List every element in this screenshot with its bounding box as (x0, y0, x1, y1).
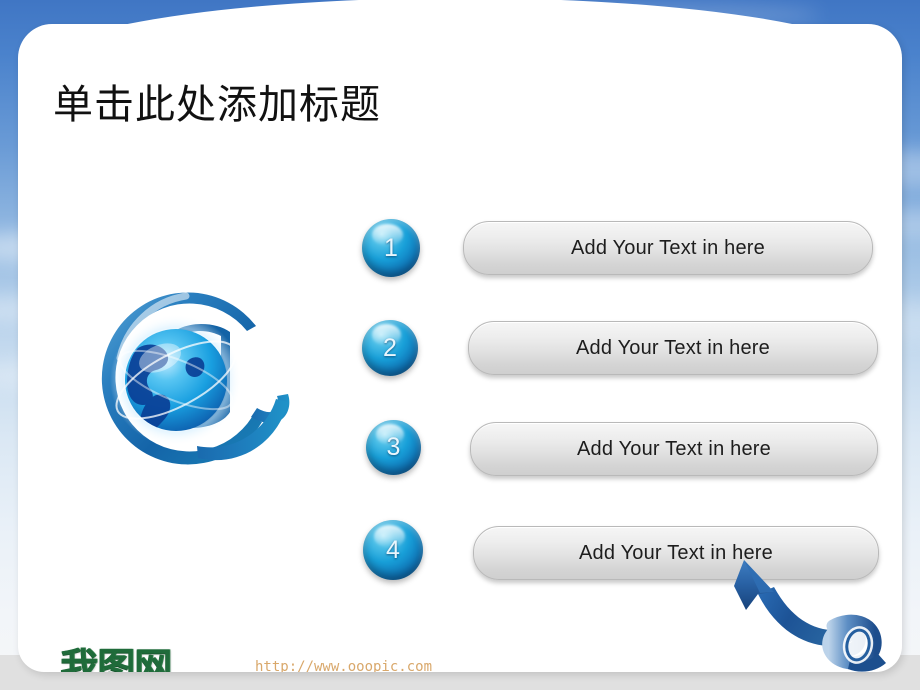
bullet-sphere-4[interactable]: 4 (363, 520, 423, 580)
text-placeholder-button-1[interactable]: Add Your Text in here (463, 221, 873, 275)
bullet-number: 1 (384, 233, 398, 262)
bullet-number: 2 (383, 333, 397, 362)
site-url-link[interactable]: http://www.ooopic.com (255, 659, 432, 672)
bullet-number: 3 (386, 433, 401, 461)
at-sign-globe-graphic (80, 262, 312, 480)
curved-ribbon-arrow-icon (700, 548, 910, 673)
bullet-sphere-2[interactable]: 2 (362, 320, 418, 376)
bullet-sphere-3[interactable]: 3 (366, 420, 421, 475)
bullet-number: 4 (386, 535, 400, 564)
text-placeholder-label: Add Your Text in here (576, 336, 770, 359)
text-placeholder-button-3[interactable]: Add Your Text in here (470, 422, 878, 476)
presentation-slide: 单击此处添加标题 1 Add Your Text in here 2 Add Y… (0, 0, 920, 690)
text-placeholder-button-2[interactable]: Add Your Text in here (468, 321, 878, 375)
text-placeholder-label: Add Your Text in here (571, 236, 765, 259)
site-logo: 我图网 (60, 645, 172, 672)
bullet-sphere-1[interactable]: 1 (362, 219, 420, 277)
page-title[interactable]: 单击此处添加标题 (53, 83, 381, 127)
text-placeholder-label: Add Your Text in here (577, 437, 771, 460)
